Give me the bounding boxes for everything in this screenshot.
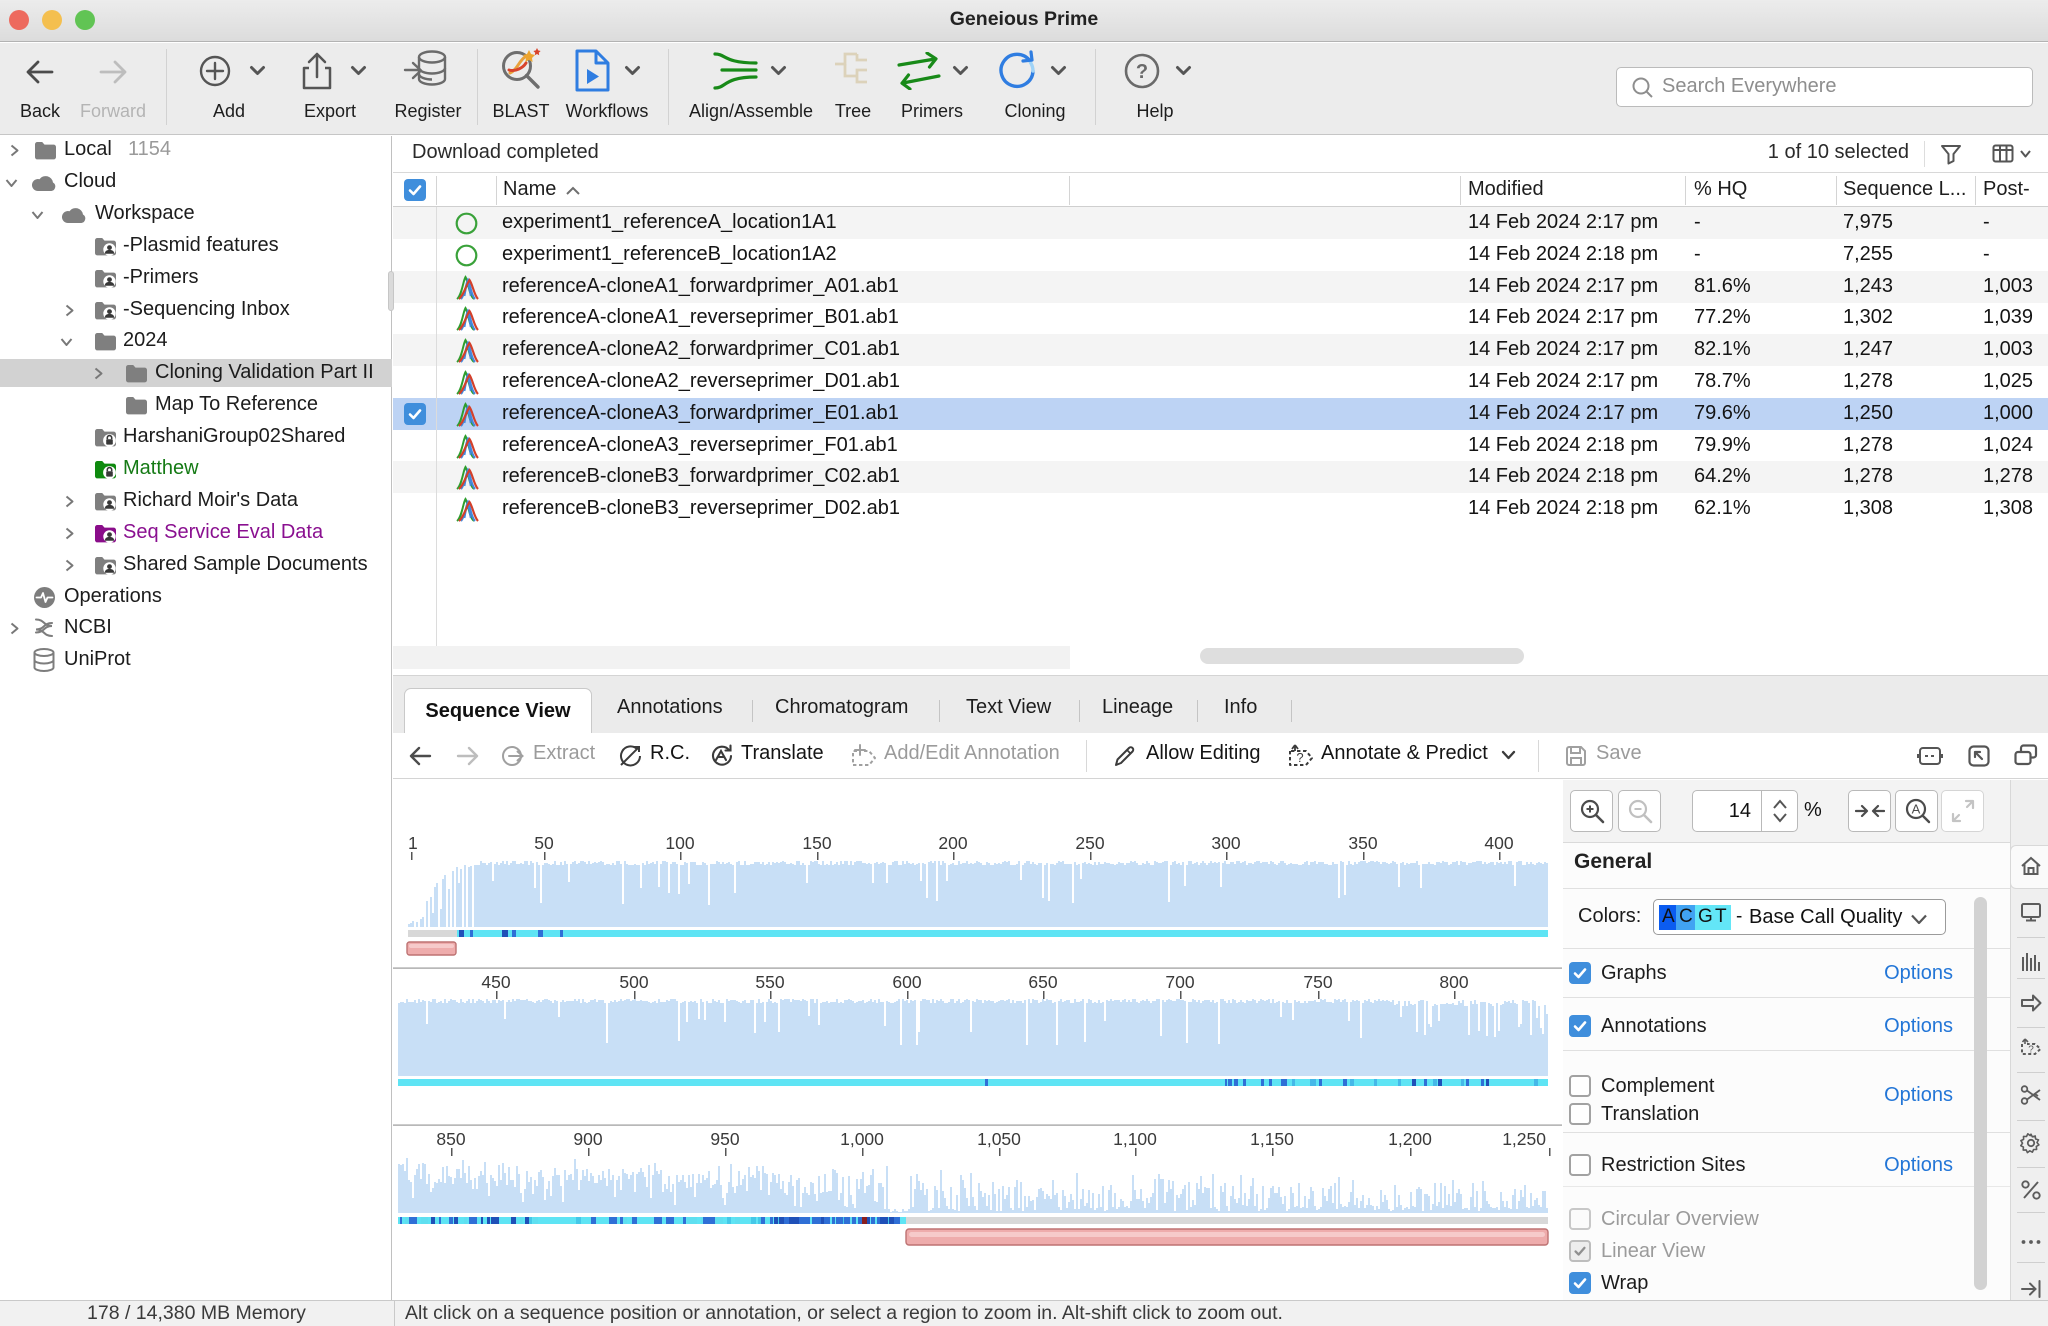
svg-text:150: 150 xyxy=(802,833,831,853)
svg-text:1: 1 xyxy=(408,833,418,853)
svg-text:100: 100 xyxy=(665,833,694,853)
svg-text:350: 350 xyxy=(1348,833,1377,853)
svg-text:850: 850 xyxy=(436,1129,465,1149)
svg-text:750: 750 xyxy=(1303,972,1332,992)
svg-text:800: 800 xyxy=(1439,972,1468,992)
svg-text:1,250: 1,250 xyxy=(1502,1129,1546,1149)
svg-text:50: 50 xyxy=(534,833,554,853)
svg-text:700: 700 xyxy=(1165,972,1194,992)
svg-text:650: 650 xyxy=(1028,972,1057,992)
svg-text:950: 950 xyxy=(710,1129,739,1149)
svg-text:450: 450 xyxy=(481,972,510,992)
svg-text:A: A xyxy=(1911,802,1920,817)
svg-text:250: 250 xyxy=(1075,833,1104,853)
svg-text:1,150: 1,150 xyxy=(1250,1129,1294,1149)
svg-text:1,050: 1,050 xyxy=(977,1129,1021,1149)
svg-text:400: 400 xyxy=(1484,833,1513,853)
svg-text:550: 550 xyxy=(755,972,784,992)
svg-text:?: ? xyxy=(1136,61,1148,83)
svg-text:1,000: 1,000 xyxy=(840,1129,884,1149)
svg-text:500: 500 xyxy=(619,972,648,992)
svg-text:600: 600 xyxy=(892,972,921,992)
svg-text:1,100: 1,100 xyxy=(1113,1129,1157,1149)
svg-text:200: 200 xyxy=(938,833,967,853)
svg-text:?: ? xyxy=(1296,750,1303,765)
svg-text:?: ? xyxy=(2028,1045,2034,1056)
svg-text:300: 300 xyxy=(1211,833,1240,853)
svg-text:900: 900 xyxy=(573,1129,602,1149)
svg-text:1,200: 1,200 xyxy=(1388,1129,1432,1149)
